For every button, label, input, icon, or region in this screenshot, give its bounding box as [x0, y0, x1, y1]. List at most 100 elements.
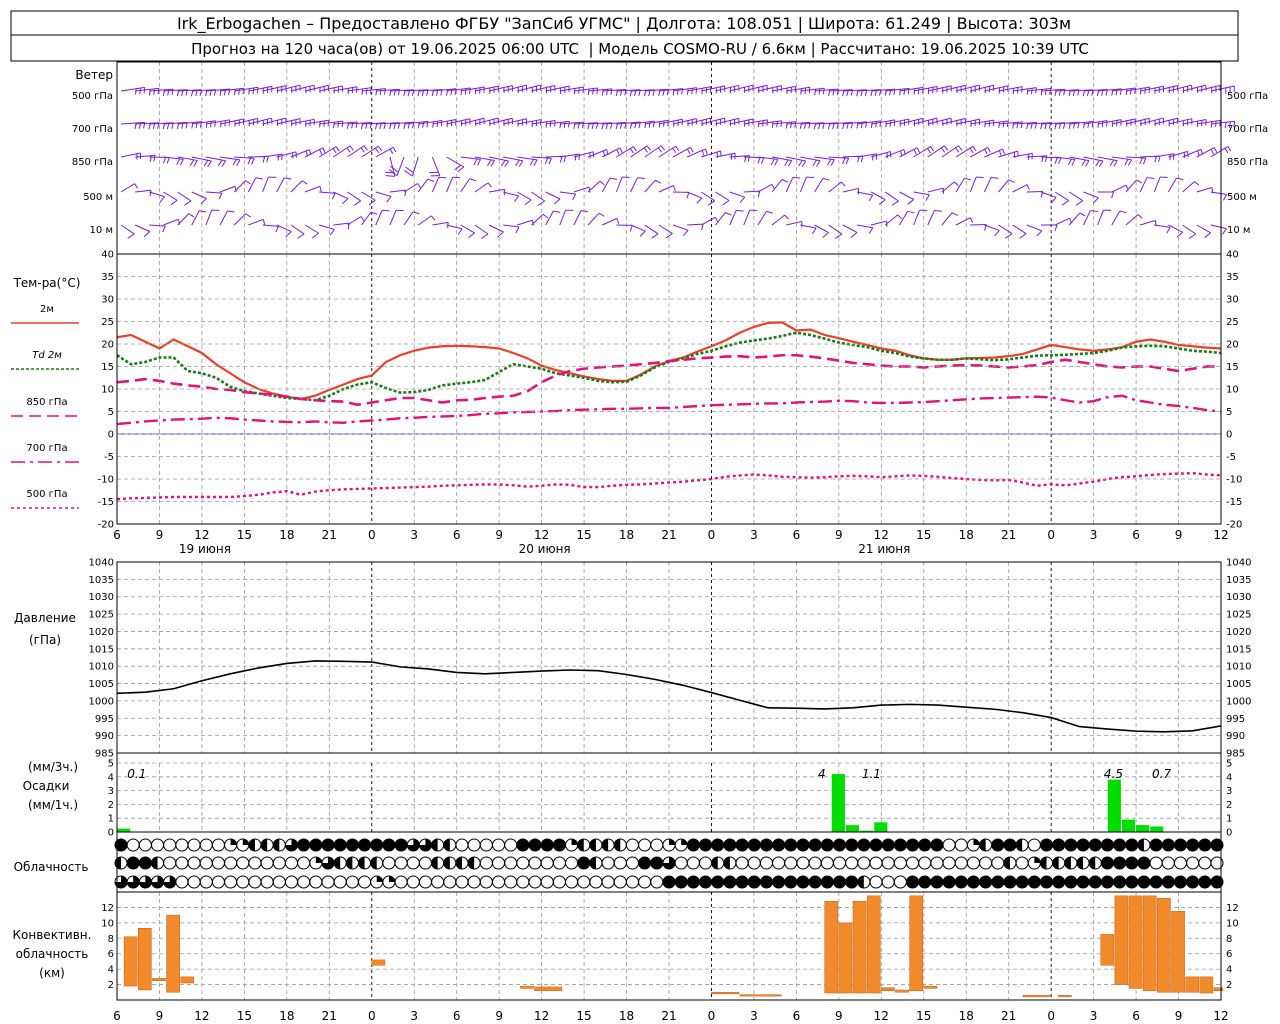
precipitation-grid: 5 5 4 4 3 3 2 2 1 1 0 0	[108, 759, 1233, 839]
header-forecast-line: Прогноз на 120 часа(ов) от 19.06.2025 06…	[191, 40, 1089, 58]
wind-barb-flag	[596, 87, 599, 94]
cloud-symbol	[674, 856, 688, 870]
wind-barb	[687, 223, 704, 226]
cloud-circle	[1173, 875, 1187, 889]
cloud-symbol	[370, 875, 384, 889]
cloud-symbol	[1076, 838, 1090, 852]
wind-barb-flag	[284, 177, 292, 180]
cloud-symbol	[832, 875, 846, 889]
time-tick-label: 0	[368, 528, 376, 542]
temp-legend-label: Td 2м	[32, 350, 62, 361]
precip-bar	[117, 828, 131, 832]
wind-barb	[1139, 177, 1148, 193]
wind-barb-flag	[822, 88, 825, 95]
wind-barb-flag	[1204, 232, 1211, 239]
cloud-circle	[236, 875, 250, 889]
wind-barb	[970, 223, 987, 226]
wind-barb	[913, 191, 930, 196]
wind-barb	[361, 211, 372, 226]
cloud-circle	[991, 875, 1005, 889]
wind-barb-flag	[598, 212, 605, 217]
wind-level-label-left: 850 гПа	[72, 157, 113, 168]
wind-barb-flag	[559, 122, 562, 129]
cloud-symbol	[431, 856, 445, 870]
wind-barb	[304, 147, 324, 158]
wind-barb	[446, 224, 463, 230]
wind-barb	[644, 224, 659, 235]
wind-barb-flag	[757, 157, 761, 164]
wind-barb	[927, 85, 952, 92]
wind-barb-flag	[798, 159, 803, 167]
cloud-symbol	[832, 838, 846, 852]
cloud-symbol	[918, 838, 932, 852]
cloud-circle	[199, 856, 213, 870]
cloud-symbol	[418, 856, 432, 870]
wind-barb	[630, 224, 646, 232]
cloud-circle	[297, 856, 311, 870]
wind-barb-flag	[199, 210, 207, 213]
cloud-quarter	[571, 839, 578, 845]
cloud-symbol	[699, 838, 713, 852]
wind-barb-flag	[346, 147, 351, 153]
cloud-symbol	[869, 838, 883, 852]
wind-barb-flag	[529, 159, 534, 166]
wind-barb-flag	[580, 210, 589, 213]
wind-barb	[899, 147, 918, 158]
wind-barb-flag	[578, 153, 581, 160]
wind-barb-flag	[549, 121, 552, 128]
time-tick-label: 18	[619, 528, 634, 542]
cloud-symbol	[686, 875, 700, 889]
wind-barb	[899, 191, 914, 200]
cloud-circle	[467, 838, 481, 852]
wind-barb	[913, 209, 920, 226]
cloud-half	[443, 857, 450, 869]
cloud-symbol	[979, 875, 993, 889]
temp-tick-right: -5	[1226, 452, 1236, 463]
convective-bar	[852, 901, 867, 994]
cloud-symbol	[406, 875, 420, 889]
cloud-symbol	[443, 856, 457, 870]
cloud-circle	[224, 875, 238, 889]
wind-barb-flag	[563, 121, 566, 128]
cloud-symbol	[370, 856, 384, 870]
cloud-circle	[552, 875, 566, 889]
wind-barb-flag	[1136, 179, 1143, 184]
cloud-circle	[406, 875, 420, 889]
cloud-symbol	[942, 856, 956, 870]
cloud-circle	[528, 838, 542, 852]
cloud-circle	[881, 875, 895, 889]
wind-barb	[474, 85, 499, 92]
cloud-symbol	[662, 875, 676, 889]
cloud-symbol	[1100, 838, 1114, 852]
wind-barb-flag	[438, 176, 447, 179]
wind-barb-flag	[548, 158, 552, 165]
time-tick-label: 15	[916, 528, 931, 542]
time-tick-label: 21	[322, 1009, 337, 1023]
wind-barb-flag	[875, 153, 878, 160]
cloud-circle	[236, 856, 250, 870]
wind-barb-flag	[784, 159, 789, 167]
wind-barb	[856, 191, 873, 196]
cloud-circle	[796, 875, 810, 889]
pressure-tick-right: 1010	[1226, 662, 1251, 673]
cloud-symbol	[906, 838, 920, 852]
wind-barb-flag	[544, 157, 549, 165]
cloud-circle	[735, 875, 749, 889]
pressure-title: Давление	[14, 611, 76, 625]
wind-barb-flag	[943, 145, 949, 151]
time-tick-label: 3	[410, 528, 418, 542]
cloud-circle	[126, 838, 140, 852]
cloud-symbol	[881, 838, 895, 852]
cloud-half	[115, 857, 121, 869]
time-tick-label: 0	[708, 528, 716, 542]
wind-barb	[870, 191, 886, 201]
wind-barb-flag	[774, 159, 779, 166]
wind-barb-flag	[460, 88, 463, 96]
wind-barb-flag	[361, 88, 364, 95]
temp-tick-left: -5	[104, 452, 114, 463]
cloud-symbol	[650, 838, 664, 852]
cloud-circle	[199, 838, 213, 852]
wind-barb-flag	[964, 177, 972, 181]
precip-tick-right: 3	[1226, 786, 1232, 797]
wind-barb-flag	[984, 121, 986, 128]
